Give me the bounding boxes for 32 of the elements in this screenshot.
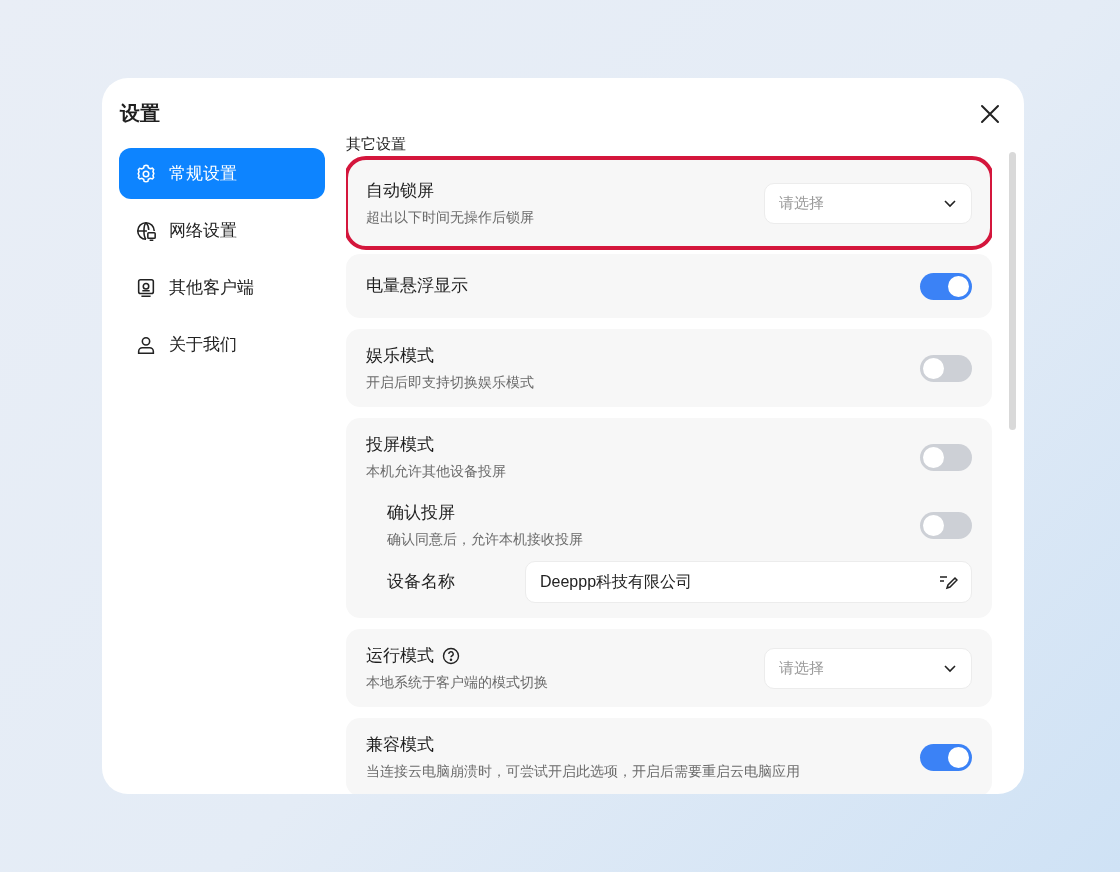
setting-description: 确认同意后，允许本机接收投屏: [387, 530, 583, 549]
setting-title: 运行模式: [366, 645, 434, 667]
setting-title: 兼容模式: [366, 734, 434, 756]
toggle-switch[interactable]: [920, 443, 972, 471]
setting-title: 确认投屏: [387, 502, 455, 524]
setting-description: 超出以下时间无操作后锁屏: [366, 208, 534, 227]
setting-description: 本机允许其他设备投屏: [366, 462, 506, 481]
monitor-icon: [135, 276, 157, 299]
setting-description: 开启后即支持切换娱乐模式: [366, 373, 534, 392]
section-heading: 其它设置: [346, 134, 407, 154]
setting-title: 电量悬浮显示: [366, 275, 468, 297]
dialog-title: 设置: [120, 101, 160, 126]
toggle-switch[interactable]: [920, 272, 972, 300]
toggle-switch[interactable]: [920, 511, 972, 539]
sidebar-item[interactable]: 常规设置: [119, 148, 325, 199]
help-icon[interactable]: [442, 647, 460, 665]
sidebar-item[interactable]: 关于我们: [119, 319, 325, 370]
toggle-switch[interactable]: [920, 743, 972, 771]
setting-description: 当连接云电脑崩溃时，可尝试开启此选项，开启后需要重启云电脑应用: [366, 762, 800, 781]
select-placeholder: 请选择: [779, 192, 824, 213]
setting-title: 投屏模式: [366, 434, 434, 456]
field-label: 设备名称: [387, 571, 456, 594]
gear-icon: [135, 162, 157, 185]
sidebar-item[interactable]: 网络设置: [119, 205, 325, 256]
setting-title: 自动锁屏: [366, 180, 434, 202]
select-placeholder: 请选择: [779, 657, 824, 678]
toggle-switch[interactable]: [920, 354, 972, 382]
setting-description: 本地系统于客户端的模式切换: [366, 673, 548, 692]
setting-title: 娱乐模式: [366, 345, 434, 367]
globe-icon: [135, 219, 157, 242]
sidebar-item[interactable]: 其他客户端: [119, 262, 325, 313]
device-name-field[interactable]: Deeppp科技有限公司: [525, 561, 972, 603]
